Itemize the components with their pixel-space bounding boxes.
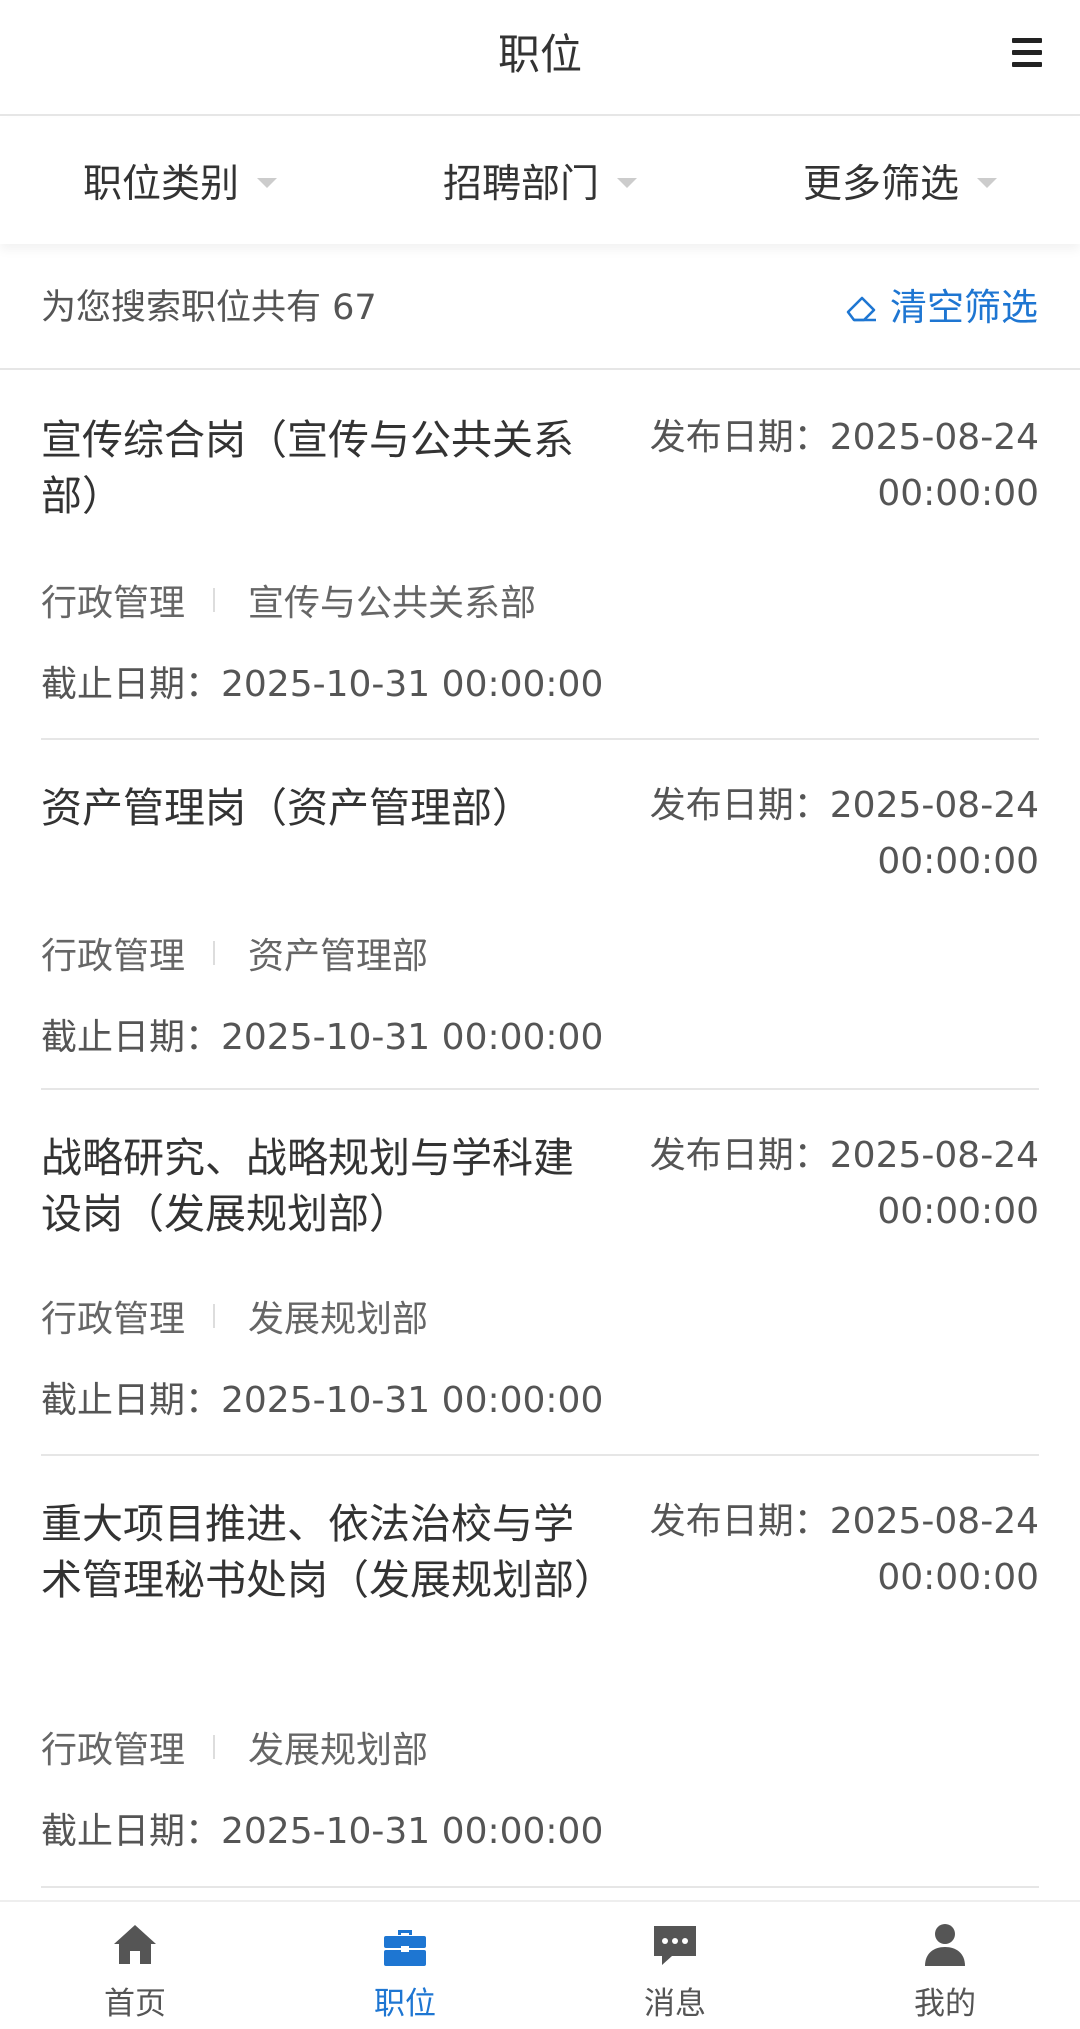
tag-divider xyxy=(213,1735,216,1759)
filter-bar: 职位类别 招聘部门 更多筛选 xyxy=(0,118,1080,244)
menu-icon[interactable] xyxy=(1010,36,1044,68)
job-title: 战略研究、战略规划与学科建设岗（发展规划部） xyxy=(41,1134,574,1238)
job-tags: 行政管理 宣传与公共关系部 xyxy=(41,574,536,626)
job-title: 重大项目推进、依法治校与学术管理秘书处岗（发展规划部） xyxy=(41,1500,615,1604)
filter-label: 职位类别 xyxy=(82,162,239,207)
result-count: 为您搜索职位共有 67 xyxy=(41,288,377,328)
job-item[interactable]: 重大项目推进、依法治校与学术管理秘书处岗（发展规划部） 发布日期：2025-08… xyxy=(41,1456,1039,1888)
job-category: 行政管理 xyxy=(41,1730,186,1771)
job-department: 宣传与公共关系部 xyxy=(248,583,537,624)
top-header: 职位 xyxy=(0,0,1080,116)
tag-divider xyxy=(213,588,216,612)
job-tags: 行政管理 资产管理部 xyxy=(41,927,428,979)
tab-home[interactable]: 首页 xyxy=(0,1902,270,2029)
filter-more[interactable]: 更多筛选 xyxy=(720,118,1080,244)
job-category: 行政管理 xyxy=(41,936,186,977)
job-title: 资产管理岗（资产管理部） xyxy=(41,784,533,832)
tag-divider xyxy=(213,1304,216,1328)
job-item[interactable]: 宣传综合岗（宣传与公共关系部） 发布日期：2025-08-24 00:00:00… xyxy=(41,372,1039,740)
filter-label: 更多筛选 xyxy=(802,162,959,207)
caret-down-icon xyxy=(617,178,637,188)
job-deadline: 截止日期：2025-10-31 00:00:00 xyxy=(41,1811,604,1852)
filter-label: 招聘部门 xyxy=(442,162,599,207)
app-root: 职位 职位类别 招聘部门 更多筛选 为您搜索职位共有 67 清空筛选 宣传综合岗… xyxy=(0,0,1080,2029)
tab-label: 我的 xyxy=(914,1986,976,2022)
job-publish-date: 发布日期：2025-08-24 00:00:00 xyxy=(649,1501,1039,1598)
tab-label: 首页 xyxy=(104,1986,166,2022)
job-department: 发展规划部 xyxy=(248,1299,429,1340)
eraser-icon xyxy=(846,296,876,322)
job-department: 资产管理部 xyxy=(248,936,429,977)
job-deadline: 截止日期：2025-10-31 00:00:00 xyxy=(41,1380,604,1421)
job-list: 宣传综合岗（宣传与公共关系部） 发布日期：2025-08-24 00:00:00… xyxy=(41,372,1039,1888)
tag-divider xyxy=(213,941,216,965)
clear-filter-button[interactable]: 清空筛选 xyxy=(844,258,1038,358)
job-title: 宣传综合岗（宣传与公共关系部） xyxy=(41,416,574,520)
bottom-tab-bar: 首页 职位 消息 我的 xyxy=(0,1900,1080,2029)
job-publish-date: 发布日期：2025-08-24 00:00:00 xyxy=(649,785,1039,882)
chat-icon xyxy=(654,1926,696,1965)
job-deadline: 截止日期：2025-10-31 00:00:00 xyxy=(41,664,604,705)
filter-department[interactable]: 招聘部门 xyxy=(360,118,720,244)
tab-label: 消息 xyxy=(644,1986,706,2022)
job-publish-date: 发布日期：2025-08-24 00:00:00 xyxy=(649,417,1039,514)
job-category: 行政管理 xyxy=(41,583,186,624)
briefcase-icon xyxy=(384,1930,426,1966)
tab-jobs[interactable]: 职位 xyxy=(270,1902,540,2029)
filter-job-category[interactable]: 职位类别 xyxy=(0,118,360,244)
job-item[interactable]: 战略研究、战略规划与学科建设岗（发展规划部） 发布日期：2025-08-24 0… xyxy=(41,1090,1039,1456)
job-category: 行政管理 xyxy=(41,1299,186,1340)
job-item[interactable]: 资产管理岗（资产管理部） 发布日期：2025-08-24 00:00:00 行政… xyxy=(41,740,1039,1090)
search-summary: 为您搜索职位共有 67 清空筛选 xyxy=(0,258,1080,370)
tab-label: 职位 xyxy=(374,1986,436,2022)
user-icon xyxy=(925,1924,965,1966)
job-department: 发展规划部 xyxy=(248,1730,429,1771)
clear-filter-label: 清空筛选 xyxy=(890,286,1038,329)
caret-down-icon xyxy=(257,178,277,188)
job-tags: 行政管理 发展规划部 xyxy=(41,1290,428,1342)
job-tags: 行政管理 发展规划部 xyxy=(41,1721,428,1773)
job-publish-date: 发布日期：2025-08-24 00:00:00 xyxy=(649,1135,1039,1232)
caret-down-icon xyxy=(977,178,997,188)
tab-messages[interactable]: 消息 xyxy=(540,1902,810,2029)
tab-profile[interactable]: 我的 xyxy=(810,1902,1080,2029)
home-icon xyxy=(114,1925,156,1964)
page-title: 职位 xyxy=(497,30,582,79)
job-deadline: 截止日期：2025-10-31 00:00:00 xyxy=(41,1017,604,1058)
